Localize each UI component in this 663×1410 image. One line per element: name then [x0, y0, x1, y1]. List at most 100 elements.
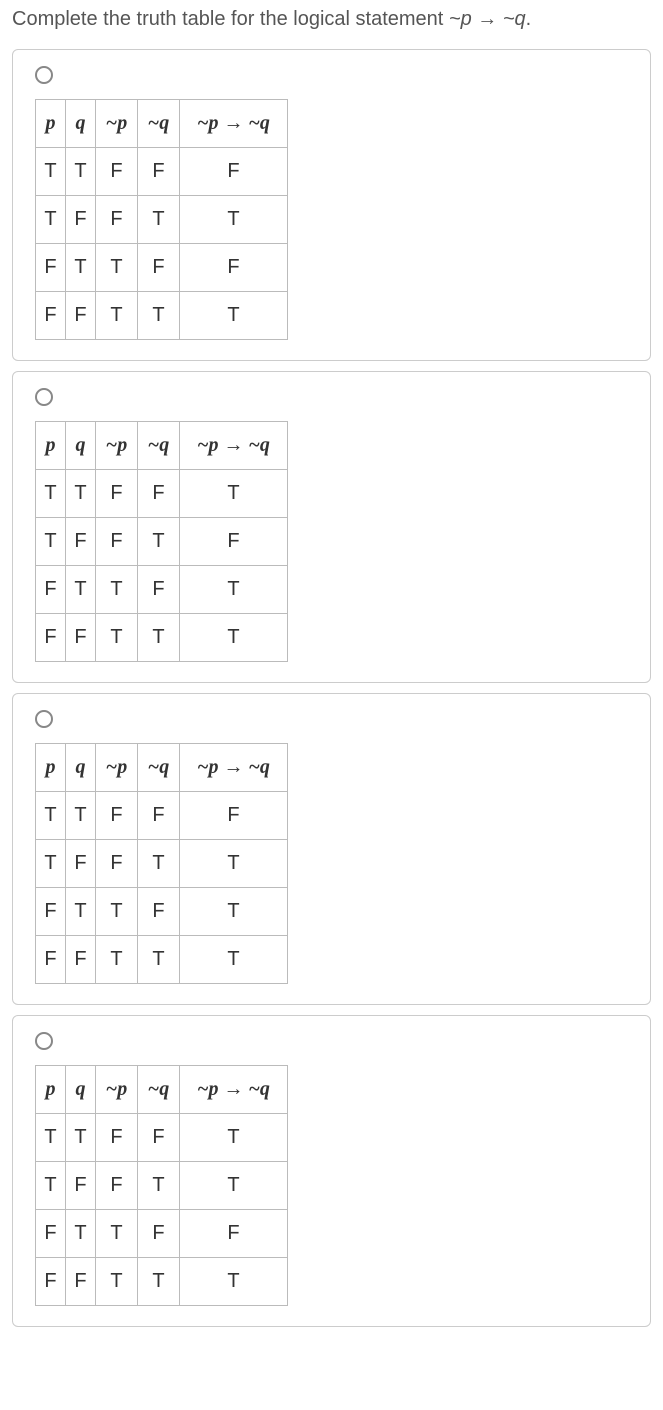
header-nq: ~q	[138, 1066, 180, 1114]
cell-np: T	[96, 244, 138, 292]
cell-nq: F	[138, 1114, 180, 1162]
cell-p: F	[36, 292, 66, 340]
cell-q: F	[66, 196, 96, 244]
cell-q: T	[66, 566, 96, 614]
cell-res: T	[180, 936, 288, 984]
cell-p: F	[36, 614, 66, 662]
cell-q: F	[66, 1258, 96, 1306]
header-np: ~p	[96, 422, 138, 470]
cell-np: F	[96, 470, 138, 518]
truth-table: pq~p~q~p → ~qTTFFFTFFTTFTTFFFFTTT	[35, 99, 288, 340]
header-res: ~p → ~q	[180, 100, 288, 148]
answer-option-1[interactable]: pq~p~q~p → ~qTTFFTTFFTFFTTFTFFTTT	[12, 371, 651, 683]
table-row: TFFTT	[36, 840, 288, 888]
cell-nq: T	[138, 1162, 180, 1210]
cell-nq: F	[138, 148, 180, 196]
answer-option-2[interactable]: pq~p~q~p → ~qTTFFFTFFTTFTTFTFFTTT	[12, 693, 651, 1005]
cell-q: F	[66, 840, 96, 888]
header-np: ~p	[96, 1066, 138, 1114]
table-row: FFTTT	[36, 614, 288, 662]
header-res: ~p → ~q	[180, 1066, 288, 1114]
cell-q: T	[66, 148, 96, 196]
cell-nq: T	[138, 936, 180, 984]
cell-nq: T	[138, 518, 180, 566]
cell-np: T	[96, 1210, 138, 1258]
truth-table: pq~p~q~p → ~qTTFFTTFFTTFTTFFFFTTT	[35, 1065, 288, 1306]
cell-q: T	[66, 792, 96, 840]
radio-button[interactable]	[35, 710, 53, 728]
cell-np: T	[96, 888, 138, 936]
table-row: TFFTT	[36, 196, 288, 244]
table-row: FTTFT	[36, 566, 288, 614]
table-row: FTTFF	[36, 1210, 288, 1258]
cell-np: T	[96, 936, 138, 984]
cell-res: T	[180, 1258, 288, 1306]
cell-np: F	[96, 196, 138, 244]
cell-p: F	[36, 936, 66, 984]
cell-p: T	[36, 196, 66, 244]
cell-p: T	[36, 792, 66, 840]
table-row: TTFFT	[36, 1114, 288, 1162]
cell-nq: F	[138, 244, 180, 292]
cell-p: F	[36, 1210, 66, 1258]
cell-p: F	[36, 888, 66, 936]
cell-p: F	[36, 1258, 66, 1306]
table-row: FTTFF	[36, 244, 288, 292]
cell-np: T	[96, 292, 138, 340]
cell-res: T	[180, 614, 288, 662]
cell-res: T	[180, 888, 288, 936]
truth-table: pq~p~q~p → ~qTTFFTTFFTFFTTFTFFTTT	[35, 421, 288, 662]
question-prefix: Complete the truth table for the logical…	[12, 8, 449, 30]
header-res: ~p → ~q	[180, 422, 288, 470]
cell-nq: T	[138, 196, 180, 244]
question-expression: ~p → ~q	[449, 8, 526, 30]
cell-nq: F	[138, 470, 180, 518]
answer-option-3[interactable]: pq~p~q~p → ~qTTFFTTFFTTFTTFFFFTTT	[12, 1015, 651, 1327]
header-p: p	[36, 744, 66, 792]
cell-nq: T	[138, 1258, 180, 1306]
header-q: q	[66, 744, 96, 792]
table-row: FFTTT	[36, 1258, 288, 1306]
radio-button[interactable]	[35, 388, 53, 406]
table-row: TTFFT	[36, 470, 288, 518]
header-q: q	[66, 100, 96, 148]
table-row: TTFFF	[36, 148, 288, 196]
cell-p: F	[36, 566, 66, 614]
cell-np: F	[96, 148, 138, 196]
cell-q: F	[66, 936, 96, 984]
cell-nq: F	[138, 1210, 180, 1258]
cell-q: T	[66, 244, 96, 292]
cell-res: F	[180, 792, 288, 840]
cell-p: F	[36, 244, 66, 292]
cell-q: T	[66, 888, 96, 936]
cell-res: F	[180, 148, 288, 196]
header-p: p	[36, 100, 66, 148]
cell-np: T	[96, 1258, 138, 1306]
header-p: p	[36, 1066, 66, 1114]
cell-res: F	[180, 518, 288, 566]
cell-nq: T	[138, 840, 180, 888]
cell-np: T	[96, 614, 138, 662]
radio-button[interactable]	[35, 66, 53, 84]
cell-np: F	[96, 1162, 138, 1210]
cell-q: F	[66, 292, 96, 340]
cell-p: T	[36, 148, 66, 196]
radio-button[interactable]	[35, 1032, 53, 1050]
question-suffix: .	[526, 8, 532, 30]
answer-option-0[interactable]: pq~p~q~p → ~qTTFFFTFFTTFTTFFFFTTT	[12, 49, 651, 361]
cell-q: F	[66, 614, 96, 662]
cell-p: T	[36, 840, 66, 888]
cell-nq: F	[138, 888, 180, 936]
cell-p: T	[36, 1162, 66, 1210]
table-row: FFTTT	[36, 936, 288, 984]
table-row: TFFTT	[36, 1162, 288, 1210]
cell-res: T	[180, 1162, 288, 1210]
cell-np: F	[96, 1114, 138, 1162]
cell-res: F	[180, 1210, 288, 1258]
cell-np: T	[96, 566, 138, 614]
header-q: q	[66, 422, 96, 470]
table-row: FFTTT	[36, 292, 288, 340]
header-p: p	[36, 422, 66, 470]
cell-p: T	[36, 470, 66, 518]
table-row: TFFTF	[36, 518, 288, 566]
